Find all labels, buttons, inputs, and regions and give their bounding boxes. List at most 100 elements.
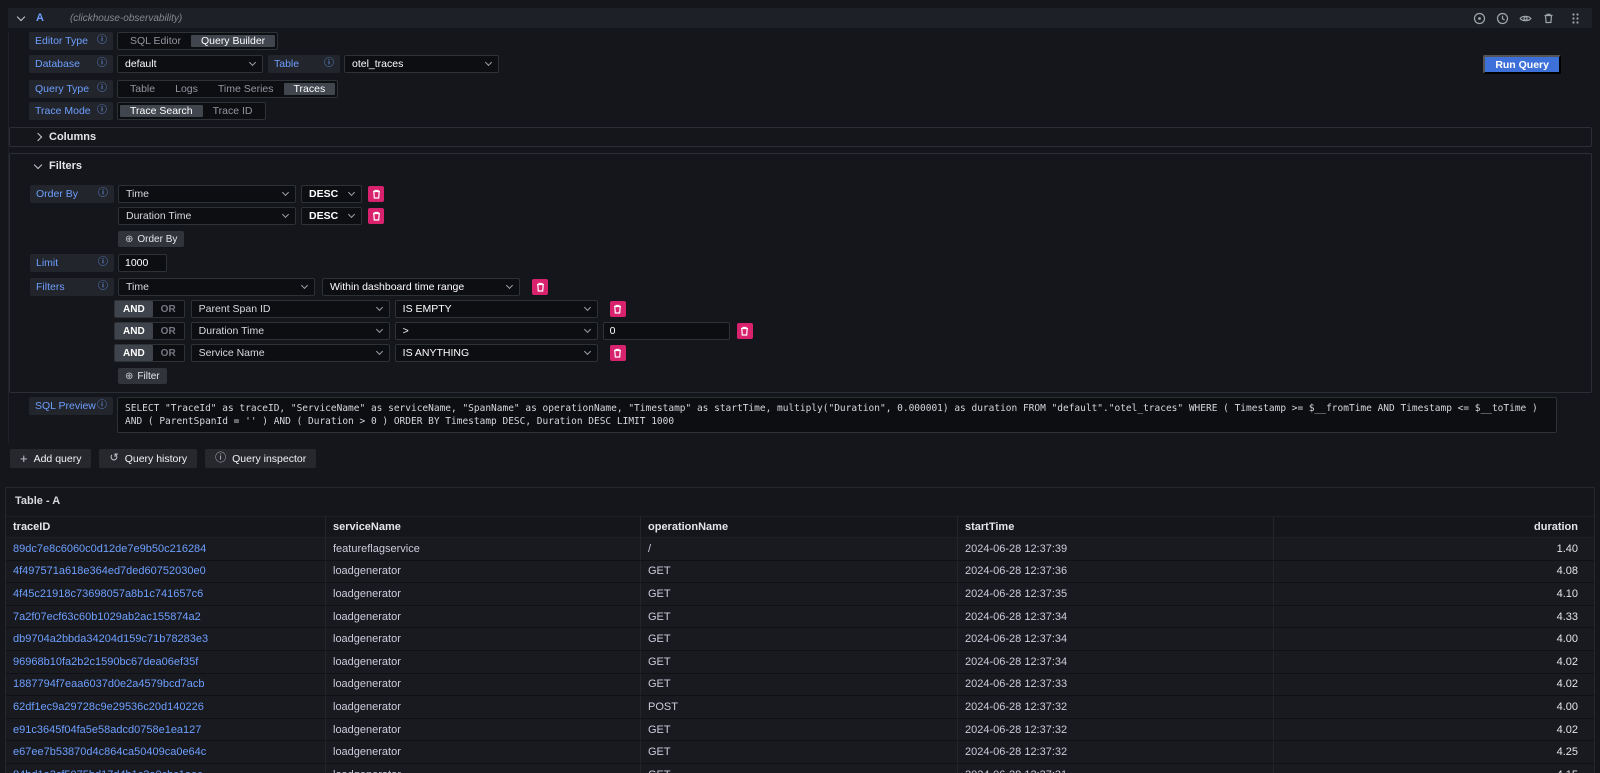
sql-editor-option[interactable]: SQL Editor: [120, 35, 191, 47]
filter-operator-select[interactable]: Within dashboard time range: [322, 278, 520, 296]
table-row: 7a2f07ecf63c60b1029ab2ac155874a2 loadgen…: [6, 606, 1594, 629]
trace-id-link[interactable]: 4f45c21918c73698057a8b1c741657c6: [6, 583, 326, 605]
table-select[interactable]: otel_traces: [344, 55, 499, 73]
add-query-button[interactable]: + Add query: [10, 449, 91, 468]
info-icon[interactable]: ⓘ: [97, 106, 107, 116]
trace-id-link[interactable]: 84bd1a2cf5075bd17d4b1c3a0cbc1aec: [6, 764, 326, 773]
info-icon[interactable]: ⓘ: [324, 59, 334, 69]
info-icon[interactable]: ⓘ: [98, 189, 108, 199]
filter-field-select[interactable]: Parent Span ID: [191, 300, 390, 318]
table-row: 96968b10fa2b2c1590bc67dea06ef35f loadgen…: [6, 651, 1594, 674]
trace-mode-label: Trace Mode ⓘ: [29, 102, 113, 120]
history-icon: ↺: [109, 453, 118, 464]
query-type-table[interactable]: Table: [120, 83, 165, 95]
remove-filter-button[interactable]: [610, 345, 626, 361]
query-builder-option[interactable]: Query Builder: [191, 35, 275, 47]
query-history-button[interactable]: ↺ Query history: [99, 449, 197, 468]
add-order-by-button[interactable]: ⊕ Order By: [118, 231, 184, 247]
info-icon[interactable]: ⓘ: [97, 36, 107, 46]
add-filter-button[interactable]: ⊕ Filter: [118, 368, 167, 384]
order-by-direction-select[interactable]: DESC: [301, 207, 362, 225]
conjunction-toggle: AND OR: [114, 322, 185, 340]
trace-id-link[interactable]: 4f497571a618e364ed7ded60752030e0: [6, 561, 326, 583]
filter-value-input[interactable]: 0: [603, 322, 730, 340]
filter-condition-row: AND OR Duration Time > 0: [114, 322, 1591, 340]
limit-input[interactable]: 1000: [118, 254, 167, 272]
chevron-down-icon: [34, 160, 42, 168]
eye-icon[interactable]: [1519, 12, 1532, 25]
limit-label: Limit ⓘ: [30, 254, 114, 272]
order-by-direction-select[interactable]: DESC: [301, 185, 362, 203]
info-icon[interactable]: ⓘ: [97, 59, 107, 69]
info-icon[interactable]: ⓘ: [98, 282, 108, 292]
table-row: 62df1ec9a29728c9e29536c20d140226 loadgen…: [6, 696, 1594, 719]
database-select[interactable]: default: [117, 55, 263, 73]
or-option[interactable]: OR: [153, 301, 184, 317]
trace-id-link[interactable]: 1887794f7eaa6037d0e2a4579bcd7acb: [6, 674, 326, 696]
filter-time-row: Filters ⓘ Time Within dashboard time ran…: [30, 278, 1591, 296]
trace-search-option[interactable]: Trace Search: [120, 105, 203, 117]
collapse-chevron-icon[interactable]: [17, 12, 25, 20]
column-header-starttime[interactable]: startTime: [958, 517, 1274, 537]
column-header-traceid[interactable]: traceID: [6, 517, 326, 537]
table-row-partial: 84bd1a2cf5075bd17d4b1c3a0cbc1aec loadgen…: [6, 764, 1594, 773]
remove-order-by-button[interactable]: [368, 208, 384, 224]
info-icon[interactable]: ⓘ: [97, 401, 107, 411]
remove-order-by-button[interactable]: [368, 186, 384, 202]
filter-operator-select[interactable]: IS ANYTHING: [395, 344, 598, 362]
trace-id-link[interactable]: 96968b10fa2b2c1590bc67dea06ef35f: [6, 651, 326, 673]
trace-id-link[interactable]: 62df1ec9a29728c9e29536c20d140226: [6, 696, 326, 718]
sql-preview-label: SQL Preview ⓘ: [29, 397, 113, 415]
table-row: 4f45c21918c73698057a8b1c741657c6 loadgen…: [6, 583, 1594, 606]
history-clock-icon[interactable]: [1496, 12, 1509, 25]
or-option[interactable]: OR: [153, 345, 184, 361]
filters-section-header[interactable]: Filters: [10, 154, 1591, 172]
trace-id-option[interactable]: Trace ID: [203, 105, 263, 117]
order-by-row: Duration Time DESC: [118, 207, 1591, 225]
and-option[interactable]: AND: [115, 301, 153, 317]
query-header: A (clickhouse-observability): [8, 8, 1592, 28]
query-type-logs[interactable]: Logs: [165, 83, 208, 95]
info-icon[interactable]: ⓘ: [98, 258, 108, 268]
order-by-field-select[interactable]: Time: [118, 185, 296, 203]
trace-id-link[interactable]: 89dc7e8c6060c0d12de7e9b50c216284: [6, 538, 326, 560]
query-type-timeseries[interactable]: Time Series: [208, 83, 284, 95]
filter-field-select[interactable]: Service Name: [191, 344, 390, 362]
conjunction-toggle: AND OR: [114, 300, 185, 318]
trash-icon[interactable]: [1542, 12, 1555, 25]
filter-operator-select[interactable]: >: [395, 322, 598, 340]
drag-handle-icon[interactable]: [1569, 12, 1582, 25]
and-option[interactable]: AND: [115, 323, 153, 339]
order-by-field-select[interactable]: Duration Time: [118, 207, 296, 225]
filter-operator-select[interactable]: IS EMPTY: [395, 300, 598, 318]
remove-filter-button[interactable]: [610, 301, 626, 317]
order-by-label: Order By ⓘ: [30, 185, 114, 203]
column-header-operationname[interactable]: operationName: [641, 517, 958, 537]
database-table-row: Database ⓘ default Table ⓘ otel_traces: [29, 55, 1592, 73]
and-option[interactable]: AND: [115, 345, 153, 361]
filters-section: Filters Order By ⓘ Time DESC: [9, 153, 1592, 393]
query-type-traces[interactable]: Traces: [284, 83, 336, 95]
trace-id-link[interactable]: e91c3645f04fa5e58adcd0758e1ea127: [6, 719, 326, 741]
filter-field-select[interactable]: Duration Time: [191, 322, 390, 340]
trace-id-link[interactable]: 7a2f07ecf63c60b1029ab2ac155874a2: [6, 606, 326, 628]
columns-section-header[interactable]: Columns: [9, 127, 1592, 147]
remove-filter-button[interactable]: [532, 279, 548, 295]
filters-label: Filters ⓘ: [30, 278, 114, 296]
column-header-duration[interactable]: duration: [1274, 517, 1594, 537]
table-row: 4f497571a618e364ed7ded60752030e0 loadgen…: [6, 561, 1594, 584]
query-inspector-button[interactable]: ⓘ Query inspector: [205, 449, 316, 468]
panel-title: Table - A: [6, 488, 1594, 516]
trace-id-link[interactable]: e67ee7b53870d4c864ca50409ca0e64c: [6, 741, 326, 763]
info-icon[interactable]: ⓘ: [97, 84, 107, 94]
trace-id-link[interactable]: db9704a2bbda34204d159c71b78283e3: [6, 628, 326, 650]
run-query-button[interactable]: Run Query: [1483, 55, 1561, 74]
trace-mode-radio-group: Trace Search Trace ID: [117, 102, 266, 120]
filter-field-select[interactable]: Time: [118, 278, 315, 296]
or-option[interactable]: OR: [153, 323, 184, 339]
order-by-row: Order By ⓘ Time DESC: [30, 185, 1591, 203]
column-header-servicename[interactable]: serviceName: [326, 517, 641, 537]
record-circle-icon[interactable]: [1473, 12, 1486, 25]
info-icon: ⓘ: [215, 453, 226, 464]
remove-filter-button[interactable]: [737, 323, 753, 339]
